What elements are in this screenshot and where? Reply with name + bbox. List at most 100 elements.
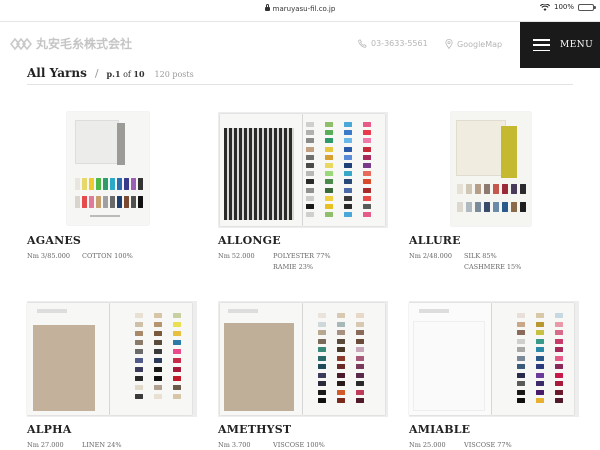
color-swatch	[306, 187, 314, 193]
color-swatch	[306, 204, 314, 209]
color-swatch	[337, 355, 345, 361]
color-swatch	[75, 196, 80, 208]
yarn-thumbnail[interactable]	[218, 112, 388, 228]
color-swatch	[173, 313, 181, 318]
color-swatch	[517, 389, 525, 395]
color-swatch	[356, 321, 364, 327]
phone-link[interactable]: 03-3633-5561	[358, 39, 428, 48]
color-swatch	[337, 389, 345, 395]
yarn-count: Nm 3.700	[218, 441, 251, 449]
yarn-thumbnail[interactable]	[218, 301, 388, 417]
color-swatch	[344, 204, 352, 209]
color-swatch	[325, 163, 333, 168]
color-swatch	[135, 367, 143, 372]
color-swatch	[138, 196, 143, 208]
color-swatch	[356, 381, 364, 386]
color-swatch	[173, 322, 181, 327]
yarn-thumbnail[interactable]	[27, 301, 197, 417]
color-swatch	[555, 389, 563, 395]
color-swatch	[135, 376, 143, 381]
color-swatch	[363, 163, 371, 168]
color-swatch	[536, 355, 544, 361]
color-swatch	[306, 179, 314, 185]
yarn-thumbnail[interactable]	[409, 112, 579, 228]
map-pin-icon	[445, 39, 453, 49]
color-swatch	[154, 367, 162, 372]
color-swatch	[89, 178, 94, 190]
yarn-name[interactable]: ALLURE	[409, 234, 461, 247]
yarn-name[interactable]: ALPHA	[27, 423, 71, 436]
color-swatch	[517, 364, 525, 369]
map-link[interactable]: GoogleMap	[445, 39, 502, 49]
color-swatch	[517, 321, 525, 327]
color-swatch	[536, 347, 544, 352]
page-title: All Yarns	[27, 66, 87, 80]
color-swatch	[318, 347, 326, 352]
color-swatch	[475, 184, 481, 194]
color-swatch	[555, 313, 563, 318]
color-swatch	[318, 313, 326, 318]
color-swatch	[110, 196, 115, 208]
color-swatch	[135, 331, 143, 336]
color-swatch	[555, 398, 563, 403]
color-swatch	[356, 338, 364, 344]
color-swatch	[466, 184, 472, 194]
color-swatch	[82, 178, 87, 190]
color-swatch	[337, 372, 345, 378]
color-swatch	[306, 212, 314, 218]
yarn-name[interactable]: ALLONGE	[218, 234, 281, 247]
menu-button[interactable]: MENU	[520, 22, 600, 68]
yarn-composition: VISCOSE 77%	[464, 441, 512, 449]
color-swatch	[318, 330, 326, 335]
color-swatch	[344, 130, 352, 136]
color-swatch	[511, 202, 517, 212]
color-swatch	[173, 349, 181, 354]
yarn-thumbnail[interactable]	[409, 301, 579, 417]
color-swatch	[520, 202, 526, 212]
color-swatch	[344, 146, 352, 152]
color-swatch	[173, 385, 181, 390]
page-title-row: All Yarns / p.1 of 10 120 posts	[27, 66, 194, 80]
color-swatch	[318, 338, 326, 344]
title-separator: /	[94, 67, 99, 80]
address-bar[interactable]: maruyasu-fil.co.jp	[0, 4, 600, 13]
yarn-name[interactable]: AMETHYST	[218, 423, 291, 436]
color-swatch	[363, 138, 371, 144]
color-swatch	[306, 146, 314, 152]
color-swatch	[517, 338, 525, 344]
color-swatch	[337, 321, 345, 327]
color-swatch	[110, 178, 115, 190]
yarn-name[interactable]: AMIABLE	[409, 423, 470, 436]
yarn-name[interactable]: AGANES	[27, 234, 81, 247]
color-swatch	[457, 202, 463, 212]
color-swatch	[356, 330, 364, 335]
color-swatch	[511, 184, 517, 194]
color-swatch	[103, 178, 108, 190]
color-swatch	[502, 202, 508, 212]
lock-icon	[264, 4, 270, 11]
color-swatch	[363, 212, 371, 218]
pagination-indicator: p.1 of 10	[106, 69, 145, 79]
yarn-thumbnail[interactable]	[27, 112, 197, 228]
color-swatch	[356, 398, 364, 403]
battery-icon	[578, 3, 596, 11]
color-swatch	[325, 195, 333, 201]
yarn-count: Nm 3/85.000	[27, 252, 70, 260]
color-swatch	[363, 179, 371, 185]
color-swatch	[536, 381, 544, 386]
color-swatch	[89, 196, 94, 208]
color-swatch	[154, 385, 162, 390]
color-swatch	[325, 171, 333, 177]
color-swatch	[363, 195, 371, 201]
color-swatch	[517, 372, 525, 378]
color-swatch	[173, 331, 181, 336]
color-swatch	[555, 321, 563, 327]
color-swatch	[82, 196, 87, 208]
yarn-count: Nm 2/48.000	[409, 252, 452, 260]
color-swatch	[356, 355, 364, 361]
color-swatch	[517, 355, 525, 361]
color-swatch	[555, 338, 563, 344]
site-logo[interactable]: 丸安毛糸株式会社	[10, 35, 132, 52]
color-swatch	[154, 322, 162, 327]
color-swatch	[135, 322, 143, 327]
